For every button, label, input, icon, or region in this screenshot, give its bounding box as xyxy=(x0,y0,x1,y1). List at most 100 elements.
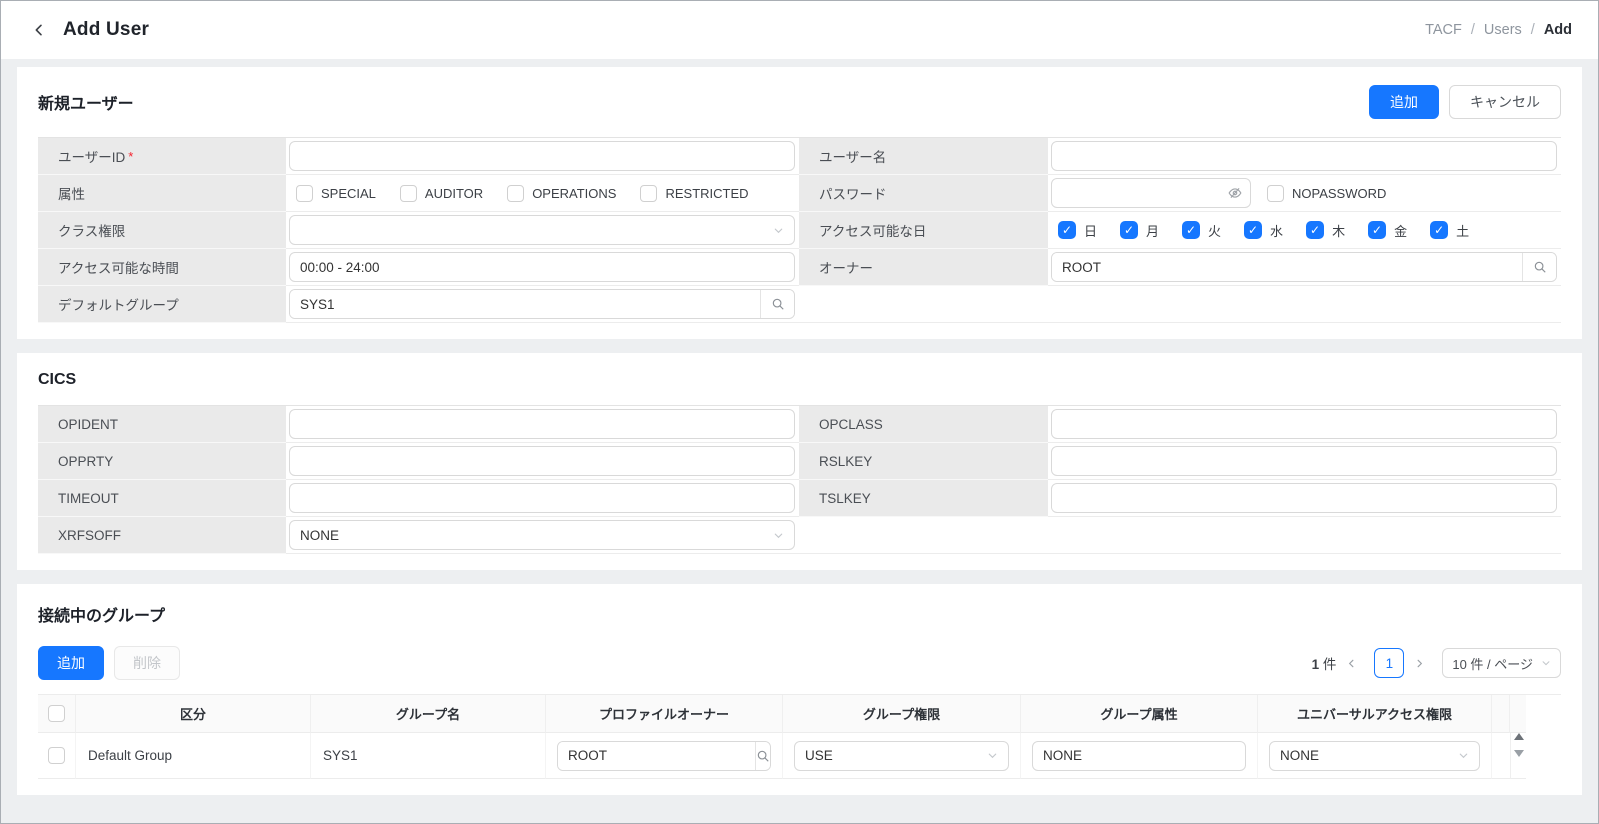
col-spacer xyxy=(1492,695,1510,733)
table-header-row: 区分 グループ名 プロファイルオーナー グループ権限 グループ属性 ユニバーサル… xyxy=(38,695,1561,733)
col-group-attr: グループ属性 xyxy=(1021,695,1258,733)
new-user-section: 新規ユーザー 追加 キャンセル ユーザーID* ユーザー名 属性 SPECI xyxy=(17,67,1582,339)
owner-label: オーナー xyxy=(799,249,1048,286)
day-mon-checkbox[interactable]: 月 xyxy=(1120,221,1159,240)
required-asterisk: * xyxy=(128,149,133,164)
xrfsoff-label: XRFSOFF xyxy=(38,517,286,554)
day-tue-checkbox[interactable]: 火 xyxy=(1182,221,1221,240)
checkbox-checked xyxy=(1182,221,1200,239)
restricted-checkbox[interactable]: RESTRICTED xyxy=(640,185,748,202)
add-user-button[interactable]: 追加 xyxy=(1369,85,1439,119)
day-sat-checkbox[interactable]: 土 xyxy=(1430,221,1469,240)
row-checkbox[interactable] xyxy=(48,747,65,764)
profile-owner-input[interactable] xyxy=(558,742,755,770)
owner-input-group xyxy=(1051,252,1557,282)
cell-group-name: SYS1 xyxy=(311,733,546,779)
opident-input[interactable] xyxy=(289,409,795,439)
breadcrumb: TACF / Users / Add xyxy=(1425,22,1572,38)
access-time-input[interactable] xyxy=(289,252,795,282)
eye-invisible-icon[interactable] xyxy=(1228,186,1242,200)
next-page-button[interactable] xyxy=(1414,658,1432,669)
pagination: 1 件 1 10 件 / ページ xyxy=(1312,648,1561,678)
opprty-label: OPPRTY xyxy=(38,443,286,480)
chevron-down-icon xyxy=(1541,658,1551,668)
col-universal-access: ユニバーサルアクセス権限 xyxy=(1258,695,1492,733)
page-title: Add User xyxy=(63,19,149,41)
password-input[interactable] xyxy=(1051,178,1251,208)
cics-section: CICS OPIDENT OPCLASS OPPRTY RSLKEY TIMEO… xyxy=(17,353,1582,570)
day-sun-checkbox[interactable]: 日 xyxy=(1058,221,1097,240)
new-user-title: 新規ユーザー xyxy=(38,90,134,114)
total-count: 1 件 xyxy=(1312,653,1337,673)
user-name-input[interactable] xyxy=(1051,141,1557,171)
empty-cell xyxy=(799,286,1561,323)
page-content: 新規ユーザー 追加 キャンセル ユーザーID* ユーザー名 属性 SPECI xyxy=(1,59,1598,824)
opprty-input[interactable] xyxy=(289,446,795,476)
table-row: Default Group SYS1 USE xyxy=(38,733,1561,779)
special-checkbox[interactable]: SPECIAL xyxy=(296,185,376,202)
groups-toolbar: 追加 削除 1 件 1 10 件 / ページ xyxy=(38,646,1561,680)
checkbox-unchecked xyxy=(1267,185,1284,202)
page-size-select[interactable]: 10 件 / ページ xyxy=(1442,648,1561,678)
breadcrumb-separator: / xyxy=(1531,22,1535,38)
checkbox-unchecked xyxy=(640,185,657,202)
profile-owner-search-button[interactable] xyxy=(755,742,770,770)
default-group-input[interactable] xyxy=(290,290,760,318)
timeout-label: TIMEOUT xyxy=(38,480,286,517)
day-fri-checkbox[interactable]: 金 xyxy=(1368,221,1407,240)
day-wed-checkbox[interactable]: 水 xyxy=(1244,221,1283,240)
opclass-input[interactable] xyxy=(1051,409,1557,439)
checkbox-unchecked xyxy=(400,185,417,202)
breadcrumb-current: Add xyxy=(1544,22,1572,38)
owner-search-button[interactable] xyxy=(1522,253,1556,281)
rslkey-input[interactable] xyxy=(1051,446,1557,476)
checkbox-unchecked xyxy=(296,185,313,202)
breadcrumb-tacf[interactable]: TACF xyxy=(1425,22,1462,38)
access-time-label: アクセス可能な時間 xyxy=(38,249,286,286)
day-thu-checkbox[interactable]: 木 xyxy=(1306,221,1345,240)
group-delete-button[interactable]: 削除 xyxy=(114,646,180,680)
breadcrumb-users[interactable]: Users xyxy=(1484,22,1522,38)
default-group-label: デフォルトグループ xyxy=(38,286,286,323)
page-number-button[interactable]: 1 xyxy=(1374,648,1404,678)
chevron-left-icon xyxy=(31,22,47,38)
connected-groups-section: 接続中のグループ 追加 削除 1 件 1 10 件 / ページ xyxy=(17,584,1582,795)
xrfsoff-select[interactable]: NONE xyxy=(289,520,795,550)
tslkey-input[interactable] xyxy=(1051,483,1557,513)
search-icon xyxy=(771,297,785,311)
password-label: パスワード xyxy=(799,175,1048,212)
cancel-button[interactable]: キャンセル xyxy=(1449,85,1561,119)
group-auth-select[interactable]: USE xyxy=(794,741,1009,771)
timeout-input[interactable] xyxy=(289,483,795,513)
chevron-down-icon xyxy=(987,750,998,761)
top-header: Add User TACF / Users / Add xyxy=(1,1,1598,59)
cics-title: CICS xyxy=(38,371,76,389)
class-auth-select[interactable] xyxy=(289,215,795,245)
auditor-checkbox[interactable]: AUDITOR xyxy=(400,185,483,202)
operations-checkbox[interactable]: OPERATIONS xyxy=(507,185,616,202)
select-all-checkbox[interactable] xyxy=(48,705,65,722)
col-group-name: グループ名 xyxy=(311,695,546,733)
owner-input[interactable] xyxy=(1052,253,1522,281)
table-scrollbar[interactable] xyxy=(1510,733,1526,779)
prev-page-button[interactable] xyxy=(1346,658,1364,669)
col-scrollbar-spacer xyxy=(1510,695,1526,733)
group-attr-input[interactable] xyxy=(1032,741,1246,771)
connected-groups-title: 接続中のグループ xyxy=(38,602,165,626)
default-group-search-button[interactable] xyxy=(760,290,794,318)
user-id-input[interactable] xyxy=(289,141,795,171)
back-button[interactable] xyxy=(25,16,53,44)
nopassword-checkbox[interactable]: NOPASSWORD xyxy=(1267,185,1386,202)
checkbox-checked xyxy=(1120,221,1138,239)
chevron-down-icon xyxy=(773,530,784,541)
scroll-down-icon[interactable] xyxy=(1514,750,1524,757)
scroll-up-icon[interactable] xyxy=(1514,733,1524,740)
default-group-input-group xyxy=(289,289,795,319)
group-add-button[interactable]: 追加 xyxy=(38,646,104,680)
chevron-left-icon xyxy=(1346,658,1357,669)
col-profile-owner: プロファイルオーナー xyxy=(546,695,783,733)
access-days-label: アクセス可能な日 xyxy=(799,212,1048,249)
universal-access-select[interactable]: NONE xyxy=(1269,741,1480,771)
chevron-down-icon xyxy=(773,225,784,236)
checkbox-checked xyxy=(1244,221,1262,239)
